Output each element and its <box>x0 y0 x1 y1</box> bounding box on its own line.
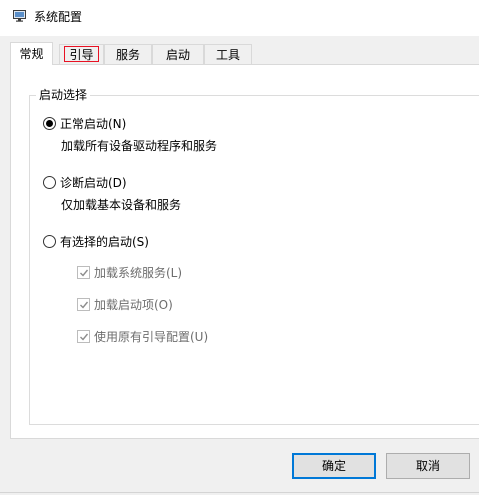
tab-tools-label: 工具 <box>215 48 240 62</box>
system-configuration-window: 系统配置 常规 引导 服务 启动 工具 启动选择 正常启动(N) 加载所有设备驱… <box>0 0 479 495</box>
tab-startup-label: 启动 <box>165 48 190 62</box>
window-title: 系统配置 <box>34 10 83 24</box>
normal-startup-label: 正常启动(N) <box>60 117 127 131</box>
tab-tools[interactable]: 工具 <box>204 44 252 64</box>
general-tab-panel: 启动选择 正常启动(N) 加载所有设备驱动程序和服务 诊断启动(D) 仅加载基本… <box>10 64 479 439</box>
radio-selected-icon[interactable] <box>43 117 56 130</box>
checkbox-checked-disabled-icon <box>77 266 90 279</box>
selective-startup-label: 有选择的启动(S) <box>60 235 149 249</box>
diagnostic-startup-description: 仅加载基本设备和服务 <box>61 198 182 212</box>
title-bar[interactable]: 系统配置 <box>0 0 479 36</box>
use-original-boot-config-label: 使用原有引导配置(U) <box>94 330 209 344</box>
group-legend: 启动选择 <box>36 87 91 103</box>
ok-button[interactable]: 确定 <box>292 453 376 479</box>
checkbox-checked-disabled-icon <box>77 298 90 311</box>
radio-unselected-icon[interactable] <box>43 235 56 248</box>
msconfig-app-icon <box>13 10 26 22</box>
load-startup-items-label: 加载启动项(O) <box>94 298 173 312</box>
tab-services[interactable]: 服务 <box>104 44 152 64</box>
normal-startup-description: 加载所有设备驱动程序和服务 <box>61 139 218 153</box>
diagnostic-startup-label: 诊断启动(D) <box>60 176 127 190</box>
tab-general-label: 常规 <box>19 47 44 61</box>
cancel-button[interactable]: 取消 <box>386 453 470 479</box>
radio-unselected-icon[interactable] <box>43 176 56 189</box>
checkbox-checked-disabled-icon <box>77 330 90 343</box>
tab-boot[interactable]: 引导 <box>59 44 104 64</box>
load-system-services-label: 加载系统服务(L) <box>94 266 183 280</box>
tab-startup[interactable]: 启动 <box>152 44 204 64</box>
tab-general[interactable]: 常规 <box>10 42 53 65</box>
tab-boot-label: 引导 <box>69 48 94 62</box>
window-bottom-edge <box>0 492 479 493</box>
tab-services-label: 服务 <box>115 48 140 62</box>
